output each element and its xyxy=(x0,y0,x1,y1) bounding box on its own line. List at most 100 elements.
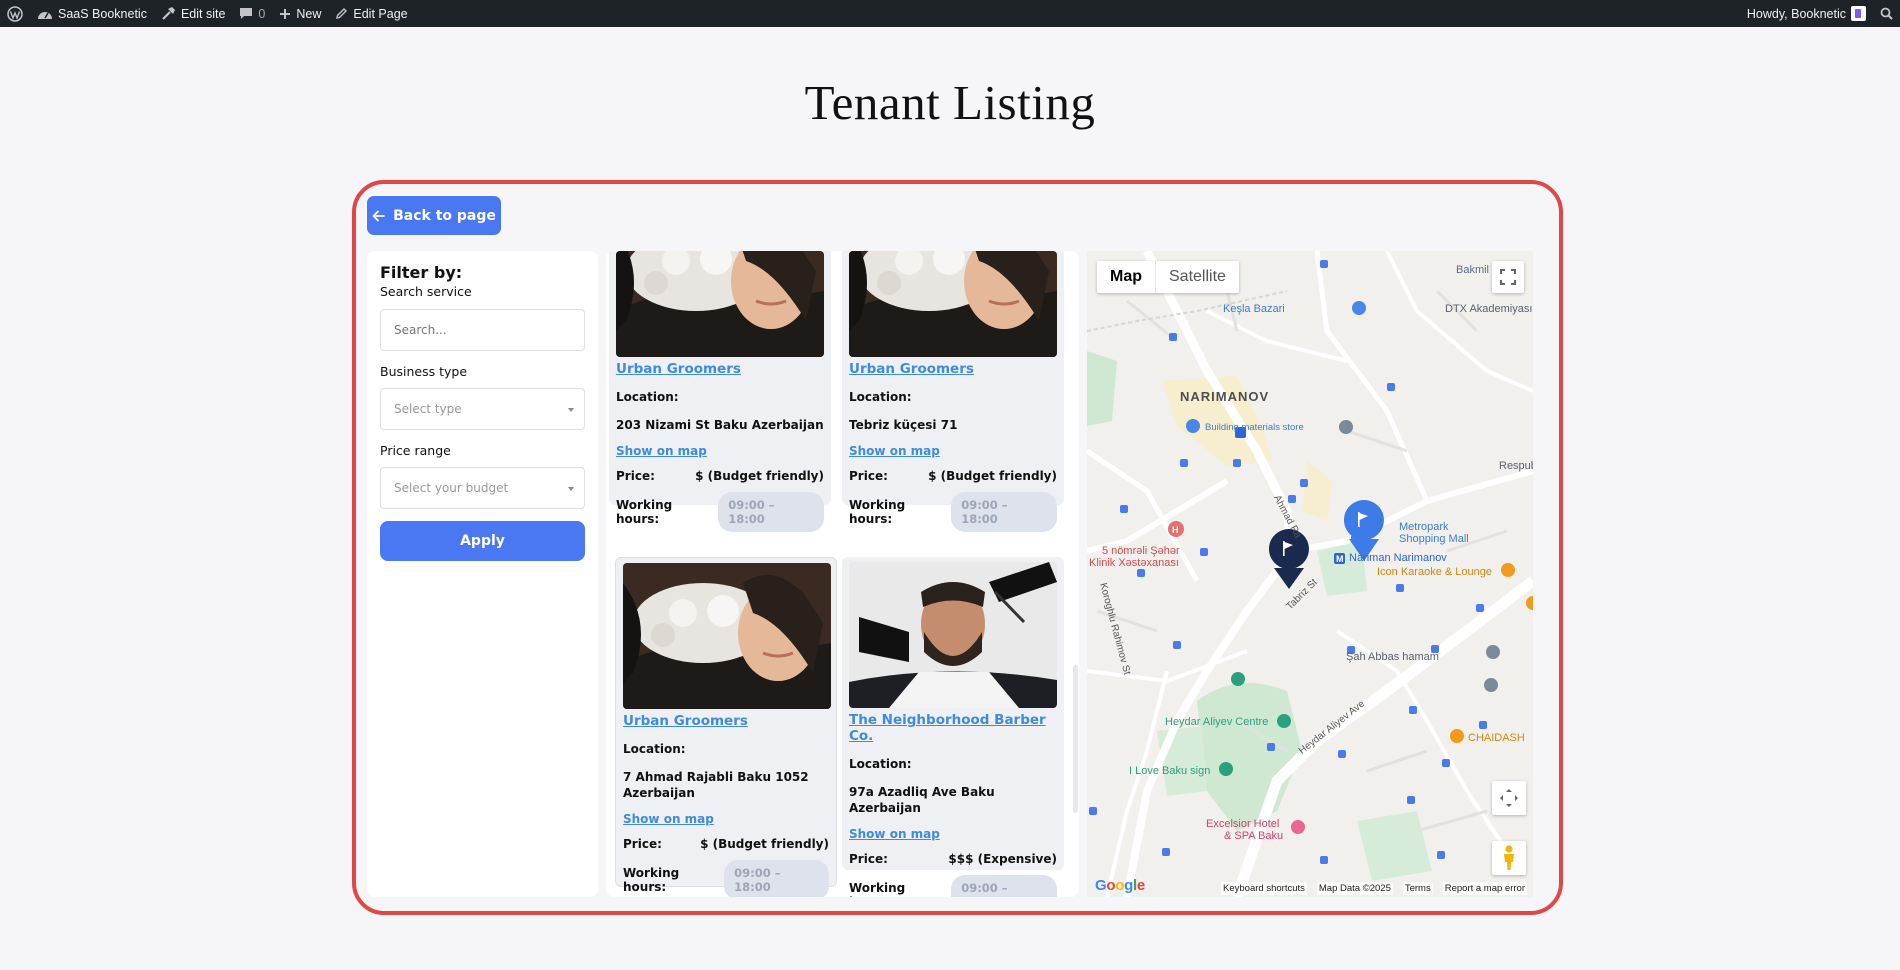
price-label: Price: xyxy=(623,837,662,851)
map-label: Icon Karaoke & Lounge xyxy=(1377,566,1492,578)
business-type-label: Business type xyxy=(380,364,468,379)
tenant-address: 7 Ahmad Rajabli Baku 1052 Azerbaijan xyxy=(623,770,809,800)
tenant-card[interactable]: Urban Groomers Location: Tebriz küçesi 7… xyxy=(842,251,1064,532)
tenant-name-link[interactable]: The Neighborhood Barber Co. xyxy=(849,712,1057,744)
tenant-name-link[interactable]: Urban Groomers xyxy=(849,361,1057,377)
tenant-address: 203 Nizami St Baku Azerbaijan xyxy=(616,418,824,432)
working-hours-label: Working hours: xyxy=(623,866,680,894)
location-label: Location: xyxy=(849,757,912,771)
show-on-map-link[interactable]: Show on map xyxy=(849,444,1057,458)
report-map-error-link[interactable]: Report a map error xyxy=(1442,881,1527,895)
pegman-icon xyxy=(1504,845,1514,870)
tenant-photo xyxy=(623,563,831,709)
site-name: SaaS Booknetic xyxy=(58,6,147,21)
filter-panel: Filter by: Search service Business type … xyxy=(367,251,598,897)
chevron-down-icon xyxy=(568,408,574,412)
pencil-icon xyxy=(336,8,348,19)
search-service-input[interactable] xyxy=(380,309,585,351)
working-hours-label: Working hours: xyxy=(849,498,906,526)
map-label: DTX Akademiyası xyxy=(1445,303,1533,315)
tenant-cards-panel[interactable]: Urban Groomers Location: 203 Nizami St B… xyxy=(606,251,1079,897)
admin-search[interactable] xyxy=(1873,0,1900,27)
show-on-map-link[interactable]: Show on map xyxy=(616,444,824,458)
filter-heading: Filter by: xyxy=(380,263,463,282)
map-label: NARIMANOV xyxy=(1180,389,1270,404)
working-hours-label: Working hours: xyxy=(616,498,673,526)
new-content-menu[interactable]: New xyxy=(272,0,328,27)
tenant-card[interactable]: Urban Groomers Location: 203 Nizami St B… xyxy=(609,251,831,532)
cards-scrollbar[interactable] xyxy=(1073,665,1078,813)
map-type-satellite-button[interactable]: Satellite xyxy=(1156,261,1239,293)
comment-icon xyxy=(240,7,253,19)
location-label: Location: xyxy=(616,390,679,404)
price-row: Price: $ (Budget friendly) xyxy=(616,469,824,483)
apply-button[interactable]: Apply xyxy=(380,521,585,561)
working-hours-row: Working hours: 09:00 – 18:00 xyxy=(616,492,824,532)
working-hours-badge: 09:00 – 18:00 xyxy=(951,875,1057,897)
price-row: Price: $ (Budget friendly) xyxy=(849,469,1057,483)
map-label: Metropark xyxy=(1399,521,1449,533)
price-row: Price: $$$ (Expensive) xyxy=(849,852,1057,866)
map-label: Heydar Aliyev Centre xyxy=(1165,716,1269,728)
show-on-map-link[interactable]: Show on map xyxy=(623,812,829,826)
tenant-address: 97a Azadliq Ave Baku Azerbaijan xyxy=(849,785,995,815)
edit-page-label: Edit Page xyxy=(353,6,408,21)
tenant-address: Tebriz küçesi 71 xyxy=(849,418,958,432)
hammer-icon xyxy=(162,7,175,20)
dashboard-icon xyxy=(38,11,52,19)
back-to-page-label: Back to page xyxy=(393,207,496,224)
edit-site-link[interactable]: Edit site xyxy=(154,0,232,27)
price-label: Price: xyxy=(849,469,888,483)
map-label: I Love Baku sign xyxy=(1129,765,1211,777)
map-label: Şah Abbas hamam xyxy=(1346,651,1439,663)
arrow-left-icon xyxy=(372,210,386,221)
camera-control-button[interactable] xyxy=(1492,781,1526,815)
wordpress-icon xyxy=(7,5,23,22)
keyboard-shortcuts-link[interactable]: Keyboard shortcuts xyxy=(1221,881,1307,895)
account-menu[interactable]: Howdy, Booknetic xyxy=(1740,0,1873,27)
page-title: Tenant Listing xyxy=(804,75,1096,130)
map-label: 5 nömrəli Şəhər xyxy=(1102,545,1180,557)
map-view[interactable]: M H Bakmil Keşla Bazari DTX Akademiyası … xyxy=(1087,251,1533,897)
business-type-value: Select type xyxy=(394,402,462,416)
terms-link[interactable]: Terms xyxy=(1402,881,1433,895)
business-type-select[interactable]: Select type xyxy=(380,388,585,430)
working-hours-row: Working hours: 09:00 – 18:00 xyxy=(623,860,829,897)
tenant-name-link[interactable]: Urban Groomers xyxy=(623,713,829,729)
price-value: $ (Budget friendly) xyxy=(695,469,824,483)
map-label: & SPA Baku xyxy=(1224,830,1284,842)
edit-site-label: Edit site xyxy=(180,6,226,21)
working-hours-badge: 09:00 – 18:00 xyxy=(724,860,829,897)
price-label: Price: xyxy=(849,852,888,866)
site-name-menu[interactable]: SaaS Booknetic xyxy=(30,0,154,27)
price-row: Price: $ (Budget friendly) xyxy=(623,837,829,851)
price-range-select[interactable]: Select your budget xyxy=(380,467,585,509)
map-label: Nariman Narimanov xyxy=(1349,552,1447,564)
map-type-map-button[interactable]: Map xyxy=(1097,261,1156,293)
tenant-card[interactable]: Urban Groomers Location: 7 Ahmad Rajabli… xyxy=(615,557,837,897)
wordpress-logo-menu[interactable] xyxy=(0,0,30,27)
tenant-photo xyxy=(849,251,1057,357)
svg-text:H: H xyxy=(1172,525,1179,535)
map-label: Bakmil xyxy=(1456,264,1490,276)
tenant-photo xyxy=(849,562,1057,708)
map-label: Keşla Bazari xyxy=(1223,303,1285,315)
tenant-name-link[interactable]: Urban Groomers xyxy=(616,361,824,377)
map-label: Excelsior Hotel xyxy=(1206,818,1280,830)
back-to-page-button[interactable]: Back to page xyxy=(367,196,501,235)
street-view-pegman[interactable] xyxy=(1492,841,1526,875)
fullscreen-button[interactable] xyxy=(1492,261,1524,293)
price-value: $ (Budget friendly) xyxy=(928,469,1057,483)
map-footer: Keyboard shortcuts Map Data ©2025 Terms … xyxy=(1087,879,1533,897)
move-arrows-icon xyxy=(1500,789,1518,807)
tenant-card[interactable]: The Neighborhood Barber Co. Location: 97… xyxy=(842,557,1064,897)
search-icon xyxy=(1880,7,1893,20)
map-label: Respub xyxy=(1499,460,1533,472)
edit-page-link[interactable]: Edit Page xyxy=(328,0,414,27)
map-label: Shopping Mall xyxy=(1399,533,1469,545)
working-hours-badge: 09:00 – 18:00 xyxy=(951,492,1057,532)
search-service-label: Search service xyxy=(380,284,472,299)
show-on-map-link[interactable]: Show on map xyxy=(849,827,1057,841)
comments-link[interactable]: 0 xyxy=(232,0,272,27)
map-label: Klinik Xəstəxanası xyxy=(1089,557,1179,569)
